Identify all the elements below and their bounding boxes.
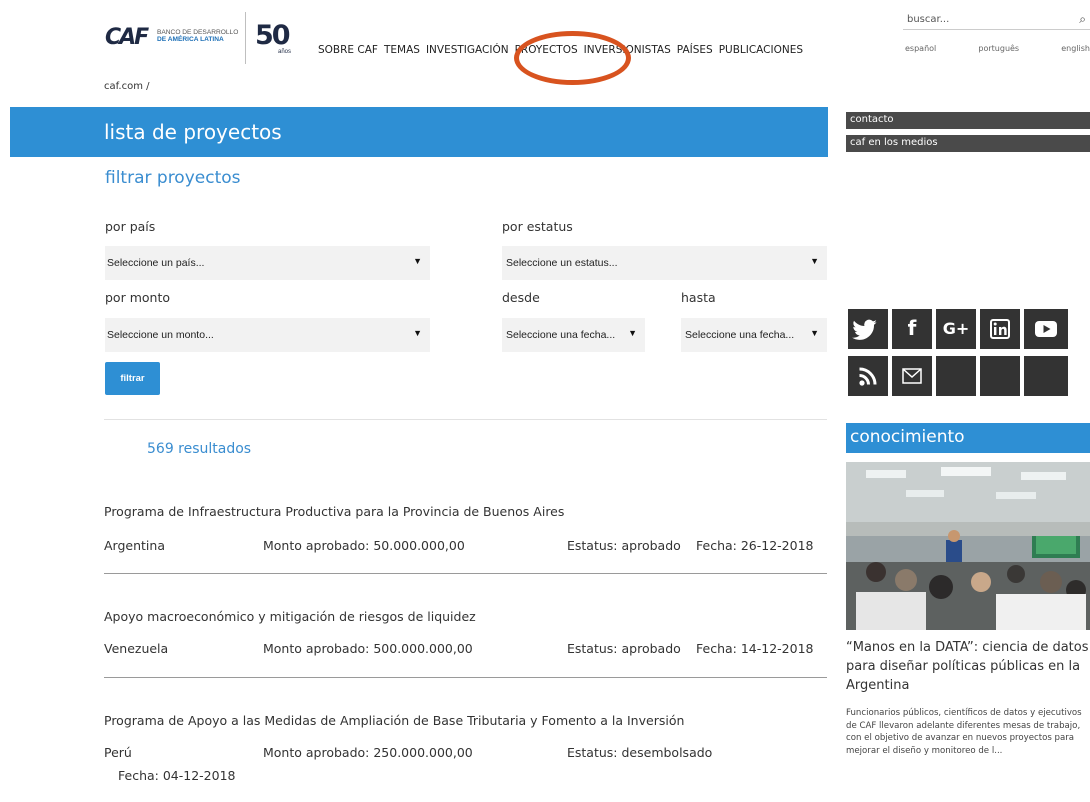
project-status: Estatus: aprobado [567, 538, 681, 553]
logo-bank-line1: BANCO DE DESARROLLO [157, 29, 239, 36]
page-title-band: lista de proyectos [10, 107, 828, 157]
caf-logo-subtitle: BANCO DE DESARROLLO DE AMÉRICA LATINA [157, 29, 252, 43]
status-select[interactable]: Seleccione un estatus... ▼ [502, 246, 827, 280]
project-amount: Monto aprobado: 250.000.000,00 [263, 745, 473, 760]
date-from-label: desde [502, 290, 540, 305]
project-title[interactable]: Programa de Infraestructura Productiva p… [104, 504, 564, 519]
language-switcher: español português english [905, 44, 1090, 53]
nav-paises[interactable]: PAÍSES [677, 44, 713, 56]
page-title: lista de proyectos [104, 120, 282, 144]
results-count: 569 resultados [147, 441, 252, 457]
logo-bank-line2: DE AMÉRICA LATINA [157, 36, 224, 43]
sidebar-link-contacto[interactable]: contacto [846, 112, 1090, 129]
chevron-down-icon: ▼ [628, 328, 637, 338]
filter-button[interactable]: filtrar [105, 362, 160, 395]
facebook-icon[interactable]: f [892, 309, 932, 349]
project-title[interactable]: Programa de Apoyo a las Medidas de Ampli… [104, 713, 684, 728]
sidebar-link-label: caf en los medios [850, 137, 938, 148]
article-photo[interactable] [846, 462, 1090, 630]
social-placeholder-tile [980, 356, 1020, 396]
divider [104, 419, 827, 420]
google-plus-glyph: G+ [942, 319, 970, 338]
status-select-value: Seleccione un estatus... [506, 257, 618, 269]
social-placeholder-tile [936, 356, 976, 396]
date-from-value: Seleccione una fecha... [506, 329, 616, 341]
knowledge-heading: conocimiento [850, 427, 965, 447]
status-filter-label: por estatus [502, 219, 573, 234]
filter-heading: filtrar proyectos [105, 168, 241, 188]
nav-temas[interactable]: TEMAS [384, 44, 420, 56]
caf-logo-text: CAF [105, 25, 149, 50]
article-excerpt: Funcionarios públicos, científicos de da… [846, 708, 1082, 756]
project-status: Estatus: desembolsado [567, 745, 713, 760]
project-status: Estatus: aprobado [567, 641, 681, 656]
date-from-select[interactable]: Seleccione una fecha... ▼ [502, 318, 645, 352]
project-date: Fecha: 04-12-2018 [118, 768, 236, 783]
youtube-icon[interactable] [1024, 309, 1068, 349]
chevron-down-icon: ▼ [413, 328, 422, 338]
amount-select-value: Seleccione un monto... [107, 329, 214, 341]
project-amount: Monto aprobado: 500.000.000,00 [263, 641, 473, 656]
amount-filter-label: por monto [105, 290, 170, 305]
highlight-circle-annotation [514, 31, 631, 85]
search-box[interactable]: buscar... ⌕ [903, 10, 1090, 30]
twitter-icon[interactable] [848, 309, 888, 349]
project-country: Argentina [104, 538, 165, 553]
project-date: Fecha: 14-12-2018 [696, 641, 814, 656]
project-amount: Monto aprobado: 50.000.000,00 [263, 538, 465, 553]
date-to-select[interactable]: Seleccione una fecha... ▼ [681, 318, 827, 352]
nav-sobre-caf[interactable]: SOBRE CAF [318, 44, 378, 56]
search-input[interactable]: buscar... [907, 14, 949, 25]
project-title[interactable]: Apoyo macroeconómico y mitigación de rie… [104, 609, 476, 624]
project-country: Perú [104, 745, 132, 760]
breadcrumb[interactable]: caf.com / [104, 81, 150, 92]
date-to-label: hasta [681, 290, 716, 305]
mail-icon[interactable] [892, 356, 932, 396]
chevron-down-icon: ▼ [810, 256, 819, 266]
google-plus-icon[interactable]: G+ [936, 309, 976, 349]
knowledge-heading-band: conocimiento [846, 423, 1090, 453]
filter-button-label: filtrar [120, 373, 145, 384]
nav-publicaciones[interactable]: PUBLICACIONES [719, 44, 803, 56]
social-placeholder-tile [1024, 356, 1068, 396]
project-divider [104, 677, 827, 678]
project-divider [104, 573, 827, 574]
country-select[interactable]: Seleccione un país... ▼ [105, 246, 430, 280]
lang-portugues[interactable]: português [978, 44, 1019, 53]
chevron-down-icon: ▼ [413, 256, 422, 266]
sidebar-link-caf-en-los-medios[interactable]: caf en los medios [846, 135, 1090, 152]
nav-investigacion[interactable]: INVESTIGACIÓN [426, 44, 509, 56]
article-title[interactable]: “Manos en la DATA”: ciencia de datos par… [846, 638, 1090, 695]
country-select-value: Seleccione un país... [107, 257, 205, 269]
lang-english[interactable]: english [1061, 44, 1090, 53]
lang-espanol[interactable]: español [905, 44, 936, 53]
chevron-down-icon: ▼ [810, 328, 819, 338]
facebook-glyph: f [907, 316, 917, 340]
logo-divider [245, 12, 246, 64]
fifty-years-logo: 50 [255, 20, 291, 51]
linkedin-icon[interactable] [980, 309, 1020, 349]
amount-select[interactable]: Seleccione un monto... ▼ [105, 318, 430, 352]
date-to-value: Seleccione una fecha... [685, 329, 795, 341]
fifty-years-label: años [278, 49, 292, 55]
project-date: Fecha: 26-12-2018 [696, 538, 814, 553]
sidebar-link-label: contacto [850, 114, 894, 125]
rss-icon[interactable] [848, 356, 888, 396]
search-icon[interactable]: ⌕ [1079, 12, 1086, 27]
project-country: Venezuela [104, 641, 169, 656]
country-filter-label: por país [105, 219, 156, 234]
